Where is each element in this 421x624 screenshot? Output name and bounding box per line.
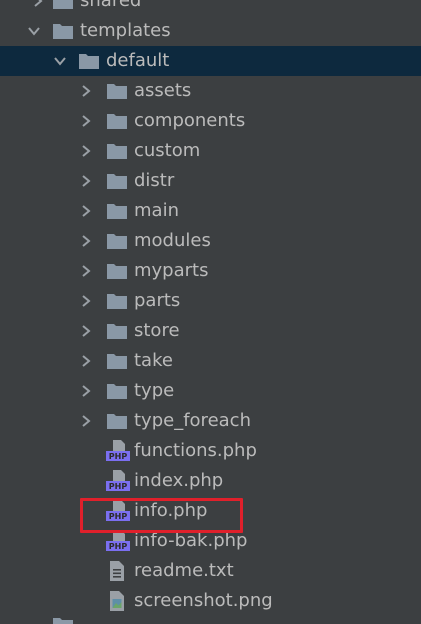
svg-text:PHP: PHP: [109, 452, 128, 461]
tree-item-label: index.php: [134, 470, 224, 491]
tree-item-label: components: [134, 110, 246, 131]
chevron-right-icon[interactable]: [78, 353, 94, 369]
chevron-right-icon[interactable]: [78, 173, 94, 189]
tree-item-templates[interactable]: templates: [0, 16, 421, 46]
folder-icon: [106, 322, 128, 340]
folder-icon: [106, 142, 128, 160]
text-file-icon: [108, 560, 126, 582]
chevron-right-icon[interactable]: [78, 203, 94, 219]
tree-item-default[interactable]: default: [0, 46, 421, 76]
tree-item-label: myparts: [134, 260, 209, 281]
folder-icon: [106, 82, 128, 100]
tree-item-folder[interactable]: modules: [0, 226, 421, 256]
folder-icon: [106, 292, 128, 310]
tree-item-label: default: [106, 50, 170, 71]
tree-item-label: functions.php: [134, 440, 257, 461]
tree-item-label: take: [134, 350, 173, 371]
project-file-tree: shared templates default assets componen…: [0, 0, 421, 624]
tree-item-folder[interactable]: myparts: [0, 256, 421, 286]
chevron-right-icon[interactable]: [78, 323, 94, 339]
folder-icon: [52, 0, 74, 10]
chevron-right-icon[interactable]: [78, 113, 94, 129]
folder-icon: [78, 52, 100, 70]
tree-item-shared[interactable]: shared: [0, 0, 421, 16]
folder-icon: [106, 262, 128, 280]
tree-item-label: parts: [134, 290, 181, 311]
tree-item-label: distr: [134, 170, 175, 191]
chevron-right-icon[interactable]: [30, 0, 46, 9]
chevron-right-icon[interactable]: [78, 263, 94, 279]
chevron-right-icon[interactable]: [78, 143, 94, 159]
tree-item-file[interactable]: PHP functions.php: [0, 436, 421, 466]
folder-icon: [106, 112, 128, 130]
chevron-right-icon[interactable]: [78, 293, 94, 309]
tree-item-folder[interactable]: custom: [0, 136, 421, 166]
tree-item-cut-off: [0, 616, 421, 624]
tree-item-file[interactable]: PHP index.php: [0, 466, 421, 496]
tree-item-label: assets: [134, 80, 192, 101]
php-file-icon: PHP: [106, 470, 130, 492]
chevron-down-icon[interactable]: [26, 23, 42, 39]
tree-item-label: type_foreach: [134, 410, 251, 431]
folder-icon: [106, 202, 128, 220]
image-file-icon: [108, 590, 126, 612]
svg-text:PHP: PHP: [109, 482, 128, 491]
tree-item-folder[interactable]: parts: [0, 286, 421, 316]
red-highlight-box: [80, 498, 243, 533]
tree-item-label: custom: [134, 140, 201, 161]
php-file-icon: PHP: [106, 440, 130, 462]
chevron-down-icon[interactable]: [52, 53, 68, 69]
tree-item-label: shared: [80, 0, 142, 11]
tree-item-folder[interactable]: main: [0, 196, 421, 226]
tree-item-folder[interactable]: distr: [0, 166, 421, 196]
chevron-right-icon[interactable]: [78, 233, 94, 249]
tree-item-label: type: [134, 380, 175, 401]
chevron-right-icon[interactable]: [78, 383, 94, 399]
php-file-icon: PHP: [106, 530, 130, 552]
tree-item-label: main: [134, 200, 179, 221]
tree-item-folder[interactable]: store: [0, 316, 421, 346]
tree-item-folder[interactable]: type_foreach: [0, 406, 421, 436]
tree-item-folder[interactable]: take: [0, 346, 421, 376]
folder-icon: [106, 412, 128, 430]
folder-icon: [106, 172, 128, 190]
svg-text:PHP: PHP: [109, 542, 128, 551]
tree-item-file[interactable]: screenshot.png: [0, 586, 421, 616]
tree-item-file[interactable]: readme.txt: [0, 556, 421, 586]
chevron-right-icon[interactable]: [78, 413, 94, 429]
folder-icon: [52, 22, 74, 40]
folder-icon: [106, 382, 128, 400]
folder-icon: [106, 352, 128, 370]
tree-item-label: store: [134, 320, 180, 341]
tree-item-label: readme.txt: [134, 560, 234, 581]
tree-item-folder[interactable]: type: [0, 376, 421, 406]
tree-item-folder[interactable]: components: [0, 106, 421, 136]
tree-item-folder[interactable]: assets: [0, 76, 421, 106]
folder-icon: [52, 616, 74, 624]
tree-item-label: modules: [134, 230, 211, 251]
tree-item-label: templates: [80, 20, 171, 41]
chevron-right-icon[interactable]: [78, 83, 94, 99]
tree-item-label: screenshot.png: [134, 590, 273, 611]
folder-icon: [106, 232, 128, 250]
